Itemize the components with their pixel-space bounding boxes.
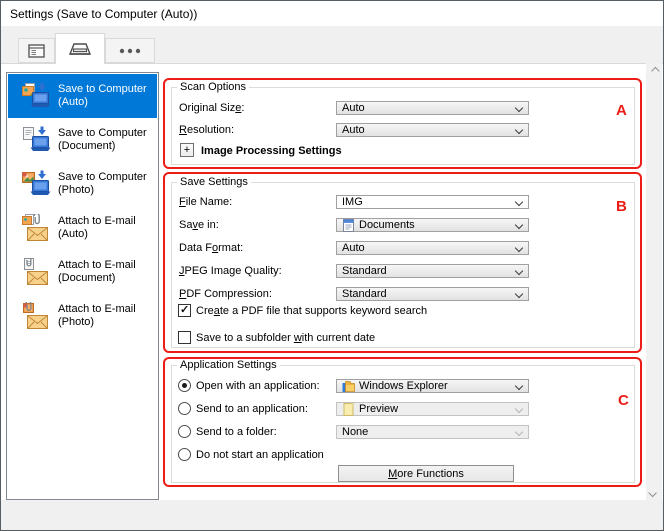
vertical-scrollbar[interactable] — [646, 63, 662, 500]
chevron-down-icon — [515, 244, 523, 252]
send-to-folder-radio[interactable] — [178, 425, 191, 438]
attach-to-email-document-icon — [21, 258, 51, 286]
sidebar-item-sublabel: (Photo) — [58, 316, 136, 329]
scroll-up-icon — [651, 66, 659, 74]
data-format-label: Data Format: — [179, 242, 243, 254]
pdf-compression-label: PDF Compression: — [179, 288, 272, 300]
title-bar[interactable]: Settings (Save to Computer (Auto)) — [1, 1, 663, 26]
sidebar-item-save-computer-photo[interactable]: Save to Computer (Photo) — [8, 162, 157, 206]
sidebar-item-attach-email-auto[interactable]: Attach to E-mail (Auto) — [8, 206, 157, 250]
data-format-dropdown[interactable]: Auto — [336, 241, 529, 255]
file-name-value: IMG — [342, 196, 363, 208]
chevron-down-icon — [515, 104, 523, 112]
open-with-application-label: Open with an application: — [196, 380, 320, 392]
resolution-label: Resolution: — [179, 124, 234, 136]
sidebar-item-label: Save to Computer — [58, 127, 147, 140]
send-to-folder-dropdown: None — [336, 425, 529, 439]
tab-more[interactable] — [105, 38, 155, 63]
sidebar-item-sublabel: (Document) — [58, 272, 136, 285]
save-to-computer-document-icon — [21, 126, 51, 154]
save-subfolder-label: Save to a subfolder with current date — [196, 332, 375, 344]
open-with-application-radio[interactable] — [178, 379, 191, 392]
sidebar-item-label: Save to Computer — [58, 171, 147, 184]
open-with-application-dropdown[interactable]: Windows Explorer — [336, 379, 529, 393]
windows-explorer-icon — [342, 380, 355, 393]
save-in-dropdown[interactable]: Documents — [336, 218, 529, 232]
pdf-compression-dropdown[interactable]: Standard — [336, 287, 529, 301]
scroll-down-icon — [648, 488, 656, 496]
scroll-up-button[interactable] — [646, 63, 662, 78]
sidebar-item-save-computer-document[interactable]: Save to Computer (Document) — [8, 118, 157, 162]
create-pdf-keyword-label: Create a PDF file that supports keyword … — [196, 305, 427, 317]
documents-icon — [342, 219, 355, 232]
do-not-start-application-radio[interactable] — [178, 448, 191, 461]
sidebar-item-attach-email-document[interactable]: Attach to E-mail (Document) — [8, 250, 157, 294]
window-icon — [28, 44, 45, 58]
do-not-start-application-label: Do not start an application — [196, 449, 324, 461]
sidebar-item-label: Attach to E-mail — [58, 215, 136, 228]
sidebar-item-label: Save to Computer — [58, 83, 147, 96]
jpeg-quality-value: Standard — [342, 265, 387, 277]
sidebar-item-sublabel: (Photo) — [58, 184, 147, 197]
attach-to-email-photo-icon — [21, 302, 51, 330]
data-format-value: Auto — [342, 242, 365, 254]
save-in-value: Documents — [359, 219, 415, 231]
preview-app-icon — [342, 403, 355, 416]
sidebar-item-label: Attach to E-mail — [58, 259, 136, 272]
settings-dialog: Settings (Save to Computer (Auto)) — [0, 0, 664, 531]
chevron-down-icon — [515, 405, 523, 413]
chevron-down-icon — [515, 290, 523, 298]
original-size-label: Original Size: — [179, 102, 244, 114]
resolution-value: Auto — [342, 124, 365, 136]
chevron-down-icon — [515, 428, 523, 436]
save-to-computer-photo-icon — [21, 170, 51, 198]
send-to-folder-label: Send to a folder: — [196, 426, 277, 438]
sidebar-item-save-computer-auto[interactable]: Save to Computer (Auto) — [8, 74, 157, 118]
save-to-computer-auto-icon — [21, 82, 51, 110]
scanner-icon — [68, 41, 92, 58]
send-to-folder-value: None — [342, 426, 368, 438]
pdf-compression-value: Standard — [342, 288, 387, 300]
footer-bar — [1, 500, 663, 531]
resolution-dropdown[interactable]: Auto — [336, 123, 529, 137]
scan-options-group-title: Scan Options — [177, 81, 249, 93]
sidebar-item-sublabel: (Auto) — [58, 96, 147, 109]
file-name-combobox[interactable]: IMG — [336, 195, 529, 209]
more-functions-button[interactable]: More Functions — [338, 465, 514, 482]
chevron-down-icon — [515, 221, 523, 229]
chevron-down-icon — [515, 382, 523, 390]
send-to-application-label: Send to an application: — [196, 403, 308, 415]
image-processing-expander-button[interactable]: + — [180, 143, 194, 157]
application-settings-group-title: Application Settings — [177, 359, 280, 371]
tab-general[interactable] — [18, 38, 55, 63]
send-to-application-value: Preview — [359, 403, 398, 415]
original-size-value: Auto — [342, 102, 365, 114]
sidebar-item-sublabel: (Auto) — [58, 228, 136, 241]
original-size-dropdown[interactable]: Auto — [336, 101, 529, 115]
save-subfolder-checkbox[interactable] — [178, 331, 191, 344]
tab-scanner[interactable] — [55, 33, 105, 64]
jpeg-quality-dropdown[interactable]: Standard — [336, 264, 529, 278]
file-name-label: File Name: — [179, 196, 232, 208]
sidebar-item-label: Attach to E-mail — [58, 303, 136, 316]
profile-list: Save to Computer (Auto) Save to Computer… — [6, 72, 159, 500]
attach-to-email-auto-icon — [21, 214, 51, 242]
window-title: Settings (Save to Computer (Auto)) — [10, 7, 197, 21]
create-pdf-keyword-checkbox[interactable]: ✓ — [178, 304, 191, 317]
ellipsis-icon — [119, 48, 141, 54]
jpeg-quality-label: JPEG Image Quality: — [179, 265, 282, 277]
chevron-down-icon — [515, 198, 523, 206]
send-to-application-radio[interactable] — [178, 402, 191, 415]
send-to-application-dropdown: Preview — [336, 402, 529, 416]
checkmark-icon: ✓ — [180, 303, 189, 316]
sidebar-item-sublabel: (Document) — [58, 140, 147, 153]
save-in-label: Save in: — [179, 219, 219, 231]
open-with-application-value: Windows Explorer — [359, 380, 448, 392]
chevron-down-icon — [515, 267, 523, 275]
scroll-down-button[interactable] — [646, 485, 662, 500]
chevron-down-icon — [515, 126, 523, 134]
save-settings-group-title: Save Settings — [177, 176, 251, 188]
image-processing-settings-label: Image Processing Settings — [201, 145, 342, 157]
sidebar-item-attach-email-photo[interactable]: Attach to E-mail (Photo) — [8, 294, 157, 338]
